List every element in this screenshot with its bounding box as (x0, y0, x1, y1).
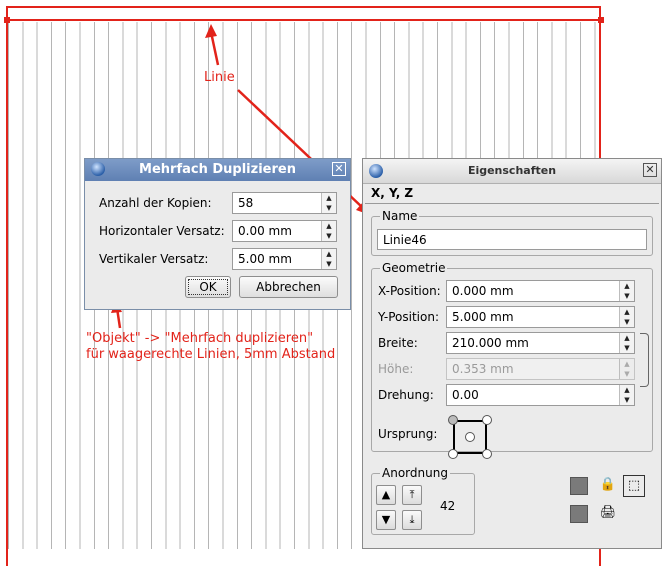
x-position-stepper[interactable]: 0.000 mm ▲ ▼ (446, 280, 635, 302)
y-position-value[interactable]: 5.000 mm (452, 310, 514, 324)
origin-center[interactable] (465, 432, 475, 442)
width-value[interactable]: 210.000 mm (452, 336, 529, 350)
height-stepper: 0.353 mm ▲ ▼ (446, 358, 635, 380)
arrow-down-icon[interactable]: ▼ (620, 395, 634, 405)
rotation-value[interactable]: 0.00 (452, 388, 479, 402)
tab-divider (365, 203, 659, 204)
properties-titlebar[interactable]: Eigenschaften ✕ (363, 159, 661, 184)
horizontal-offset-value[interactable]: 0.00 mm (238, 224, 292, 238)
origin-top-right[interactable] (482, 415, 492, 425)
contour-icon[interactable] (570, 505, 588, 523)
origin-selector[interactable] (448, 415, 492, 459)
name-input[interactable]: Linie46 (377, 229, 647, 250)
name-group: Name Linie46 (371, 209, 653, 256)
arrow-up-icon[interactable]: ▲ (322, 249, 336, 259)
y-position-stepper[interactable]: 5.000 mm ▲ ▼ (446, 306, 635, 328)
arrow-down-icon[interactable]: ▼ (322, 231, 336, 241)
lower-icon[interactable]: ▼ (376, 510, 396, 530)
raise-icon[interactable]: ▲ (376, 485, 396, 505)
properties-title: Eigenschaften (467, 164, 557, 177)
properties-panel: Eigenschaften ✕ X, Y, Z Name Linie46 Geo… (362, 158, 662, 549)
origin-bottom-right[interactable] (482, 449, 492, 459)
copies-value[interactable]: 58 (238, 196, 253, 210)
duplicate-dialog: Mehrfach Duplizieren ✕ Anzahl der Kopien… (84, 158, 351, 310)
name-group-title: Name (380, 209, 420, 223)
close-icon[interactable]: ✕ (332, 162, 346, 176)
lower-to-bottom-icon[interactable]: ⤓ (402, 510, 422, 530)
horizontal-offset-stepper[interactable]: 0.00 mm ▲ ▼ (232, 220, 337, 242)
origin-top-left[interactable] (448, 415, 458, 425)
arrow-up-icon[interactable]: ▲ (322, 221, 336, 231)
vertical-offset-label: Vertikaler Versatz: (99, 252, 209, 266)
arrow-down-icon[interactable]: ▼ (620, 317, 634, 327)
line-annotation: Linie (204, 70, 235, 85)
origin-bottom-left[interactable] (448, 449, 458, 459)
tab-xyz[interactable]: X, Y, Z (371, 186, 413, 200)
vertical-offset-value[interactable]: 5.00 mm (238, 252, 292, 266)
arrow-up-icon[interactable]: ▲ (322, 193, 336, 203)
arrow-down-icon[interactable]: ▼ (322, 203, 336, 213)
raise-to-top-icon[interactable]: ⤒ (402, 485, 422, 505)
arrow-down-icon[interactable]: ▼ (620, 343, 634, 353)
geometry-group-title: Geometrie (380, 261, 448, 275)
height-value: 0.353 mm (452, 362, 514, 376)
arrow-up-icon: ▲ (624, 360, 630, 368)
arrow-down-icon[interactable]: ▼ (322, 259, 336, 269)
dialog-titlebar[interactable]: Mehrfach Duplizieren ✕ (85, 159, 350, 181)
origin-label: Ursprung: (378, 427, 438, 441)
arrow-up-icon[interactable]: ▲ (620, 281, 634, 291)
ok-button[interactable]: OK (185, 276, 231, 298)
arrangement-group-title: Anordnung (380, 466, 450, 480)
close-icon[interactable]: ✕ (643, 163, 657, 177)
y-position-label: Y-Position: (378, 310, 440, 324)
print-icon[interactable]: 🖨 (597, 503, 619, 525)
arrow-up-icon[interactable]: ▲ (620, 333, 634, 343)
copies-stepper[interactable]: 58 ▲ ▼ (232, 192, 337, 214)
level-value: 42 (440, 499, 456, 513)
cancel-button[interactable]: Abbrechen (239, 276, 338, 298)
horizontal-offset-label: Horizontaler Versatz: (99, 224, 225, 238)
arrow-up-icon[interactable]: ▲ (620, 307, 634, 317)
arrow-up-icon[interactable]: ▲ (620, 385, 634, 395)
no-text-flow-icon[interactable] (570, 477, 588, 495)
width-label: Breite: (378, 336, 418, 350)
x-position-value[interactable]: 0.000 mm (452, 284, 514, 298)
rotation-stepper[interactable]: 0.00 ▲ ▼ (446, 384, 635, 406)
name-value[interactable]: Linie46 (383, 233, 427, 247)
x-position-label: X-Position: (378, 284, 441, 298)
width-stepper[interactable]: 210.000 mm ▲ ▼ (446, 332, 635, 354)
rotation-label: Drehung: (378, 388, 434, 402)
arrow-down-icon[interactable]: ▼ (620, 291, 634, 301)
note-annotation-2: für waagerechte Linien, 5mm Abstand (86, 347, 336, 362)
chain-link-icon[interactable] (640, 333, 649, 387)
copies-label: Anzahl der Kopien: (99, 196, 212, 210)
vertical-offset-stepper[interactable]: 5.00 mm ▲ ▼ (232, 248, 337, 270)
note-annotation-1: "Objekt" -> "Mehrfach duplizieren" (86, 331, 314, 346)
bounding-box-icon[interactable]: ⬚ (623, 475, 645, 497)
lock-icon[interactable]: 🔒 (597, 475, 619, 497)
arrow-down-icon: ▼ (624, 370, 630, 378)
geometry-group: Geometrie X-Position: 0.000 mm ▲ ▼ Y-Posi… (371, 261, 653, 459)
arrangement-group: Anordnung ▲ ⤒ ▼ ⤓ 42 (371, 466, 475, 535)
dialog-title: Mehrfach Duplizieren (139, 162, 296, 177)
height-label: Höhe: (378, 362, 414, 376)
